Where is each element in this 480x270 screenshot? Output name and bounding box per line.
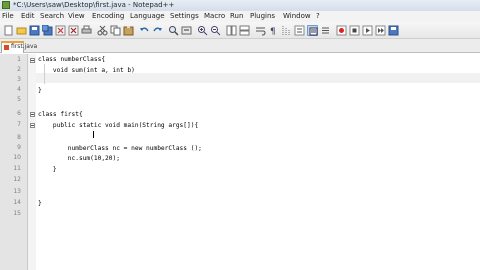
sync-v-icon[interactable]: [226, 25, 237, 36]
text-cursor-icon: [93, 131, 94, 138]
svg-text:¶: ¶: [270, 27, 276, 36]
unsaved-file-icon: [4, 45, 9, 50]
close-all-icon[interactable]: [68, 25, 79, 36]
menu-bar: File Edit Search View Encoding Language …: [0, 11, 480, 22]
fold-margin: [28, 54, 36, 270]
find-icon[interactable]: [168, 25, 179, 36]
fold-toggle-icon[interactable]: [30, 58, 35, 63]
line-number: 12: [13, 176, 21, 183]
line-number: 14: [13, 199, 21, 206]
notepad-plus-plus-icon: [2, 1, 10, 9]
save-icon[interactable]: [29, 25, 40, 36]
replace-icon[interactable]: [181, 25, 192, 36]
code-line: class first{: [38, 111, 83, 118]
fold-toggle-icon[interactable]: [30, 112, 35, 117]
code-line: class numberClass{: [38, 56, 106, 63]
menu-search[interactable]: Search: [40, 12, 64, 20]
line-number: 15: [13, 210, 21, 217]
open-file-icon[interactable]: [16, 25, 27, 36]
word-wrap-icon[interactable]: [255, 25, 266, 36]
line-number: 4: [17, 86, 21, 93]
menu-language[interactable]: Language: [130, 12, 165, 20]
line-number: 13: [13, 188, 21, 195]
code-line: }: [38, 166, 57, 173]
code-line: void sum(int a, int b): [38, 67, 135, 74]
play-macro-icon[interactable]: [362, 25, 373, 36]
undo-icon[interactable]: [139, 25, 150, 36]
show-all-chars-icon[interactable]: ¶: [268, 25, 279, 36]
menu-run[interactable]: Run: [230, 12, 243, 20]
tab-bar: first.java: [0, 39, 480, 53]
line-number: 11: [13, 165, 21, 172]
menu-window[interactable]: Window: [283, 12, 311, 20]
line-number: 6: [17, 110, 21, 117]
menu-help[interactable]: ?: [316, 12, 320, 20]
fold-toggle-icon[interactable]: [30, 123, 35, 128]
print-icon[interactable]: [81, 25, 92, 36]
line-number: 2: [17, 66, 21, 73]
menu-encoding[interactable]: Encoding: [92, 12, 124, 20]
line-number-gutter: 1 2 3 4 5 6 7 8 9 10 11 12 13 14 15: [0, 54, 28, 270]
indent-guide-icon[interactable]: [281, 25, 292, 36]
copy-icon[interactable]: [110, 25, 121, 36]
zoom-out-icon[interactable]: [210, 25, 221, 36]
save-macro-icon[interactable]: [388, 25, 399, 36]
save-all-icon[interactable]: [42, 25, 53, 36]
new-file-icon[interactable]: [3, 25, 14, 36]
doc-map-icon[interactable]: [307, 25, 318, 36]
editor-area[interactable]: 1 2 3 4 5 6 7 8 9 10 11 12 13 14 15 clas…: [0, 54, 480, 270]
menu-settings[interactable]: Settings: [170, 12, 199, 20]
run-macro-multiple-icon[interactable]: [375, 25, 386, 36]
cut-icon[interactable]: [97, 25, 108, 36]
menu-macro[interactable]: Macro: [204, 12, 225, 20]
zoom-in-icon[interactable]: [197, 25, 208, 36]
line-number: 5: [17, 96, 21, 103]
redo-icon[interactable]: [152, 25, 163, 36]
toolbar: ¶: [0, 22, 480, 39]
code-line: }: [38, 200, 42, 207]
code-line: nc.sum(10,20);: [38, 155, 120, 162]
line-number: 7: [17, 121, 21, 128]
line-number: 3: [17, 76, 21, 83]
menu-file[interactable]: File: [2, 12, 14, 20]
menu-view[interactable]: View: [68, 12, 85, 20]
tab-first-java[interactable]: first.java: [1, 41, 37, 53]
stop-record-icon[interactable]: [349, 25, 360, 36]
line-number: 8: [17, 134, 21, 141]
code-line: public static void main(String args[]){: [38, 122, 199, 129]
user-lang-icon[interactable]: [294, 25, 305, 36]
window-title: *C:\Users\saw\Desktop\first.java - Notep…: [13, 1, 175, 9]
function-list-icon[interactable]: [320, 25, 331, 36]
record-macro-icon[interactable]: [336, 25, 347, 36]
sync-h-icon[interactable]: [239, 25, 250, 36]
menu-plugins[interactable]: Plugins: [250, 12, 275, 20]
line-number: 9: [17, 144, 21, 151]
code-line: }: [38, 87, 42, 94]
code-line: numberClass nc = new numberClass ();: [38, 145, 202, 152]
current-line-highlight: [36, 73, 480, 83]
menu-edit[interactable]: Edit: [21, 12, 35, 20]
tab-label: first.java: [11, 43, 38, 50]
line-number: 10: [13, 154, 21, 161]
line-number: 1: [17, 56, 21, 63]
title-bar: *C:\Users\saw\Desktop\first.java - Notep…: [0, 0, 480, 11]
close-icon[interactable]: [55, 25, 66, 36]
paste-icon[interactable]: [123, 25, 134, 36]
